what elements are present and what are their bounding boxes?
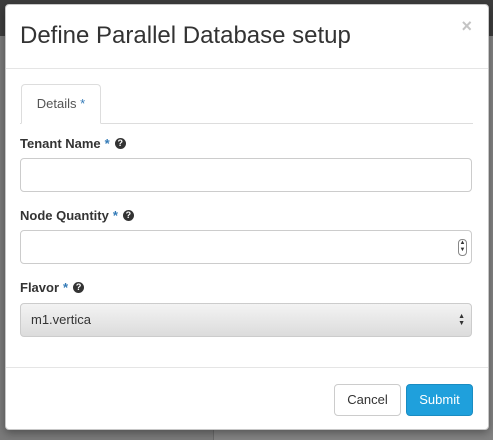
modal-footer: Cancel Submit (6, 367, 488, 431)
required-mark: * (80, 96, 86, 111)
flavor-select[interactable]: m1.vertica ▲ ▼ (20, 303, 472, 337)
help-icon[interactable]: ? (114, 138, 126, 149)
cancel-button[interactable]: Cancel (334, 384, 401, 416)
tenant-name-label: Tenant Name * ? (20, 136, 126, 151)
tab-details-label: Details (36, 96, 77, 111)
flavor-label-text: Flavor (20, 280, 60, 295)
submit-button[interactable]: Submit (406, 384, 473, 416)
tenant-name-label-text: Tenant Name (20, 136, 101, 151)
modal-header: Define Parallel Database setup × (6, 5, 488, 69)
node-quantity-label: Node Quantity * ? (20, 208, 134, 223)
help-icon[interactable]: ? (122, 210, 134, 221)
number-spinner-icon[interactable]: ▲ ▼ (458, 239, 467, 256)
close-icon[interactable]: × (461, 17, 472, 35)
node-quantity-input[interactable]: ▲ ▼ (20, 230, 472, 264)
modal-title: Define Parallel Database setup (20, 22, 351, 49)
required-mark: * (112, 208, 118, 223)
node-quantity-label-text: Node Quantity (20, 208, 109, 223)
help-icon[interactable]: ? (73, 282, 85, 293)
required-mark: * (63, 280, 69, 295)
flavor-selected-value: m1.vertica (31, 312, 91, 327)
select-arrows-icon: ▲ ▼ (458, 313, 465, 327)
tab-bar: Details * (20, 84, 473, 124)
required-mark: * (104, 136, 110, 151)
flavor-label: Flavor * ? (20, 280, 85, 295)
tab-details[interactable]: Details * (21, 84, 101, 124)
modal-dialog: Define Parallel Database setup × Details… (5, 4, 489, 430)
tenant-name-input[interactable] (20, 158, 472, 192)
